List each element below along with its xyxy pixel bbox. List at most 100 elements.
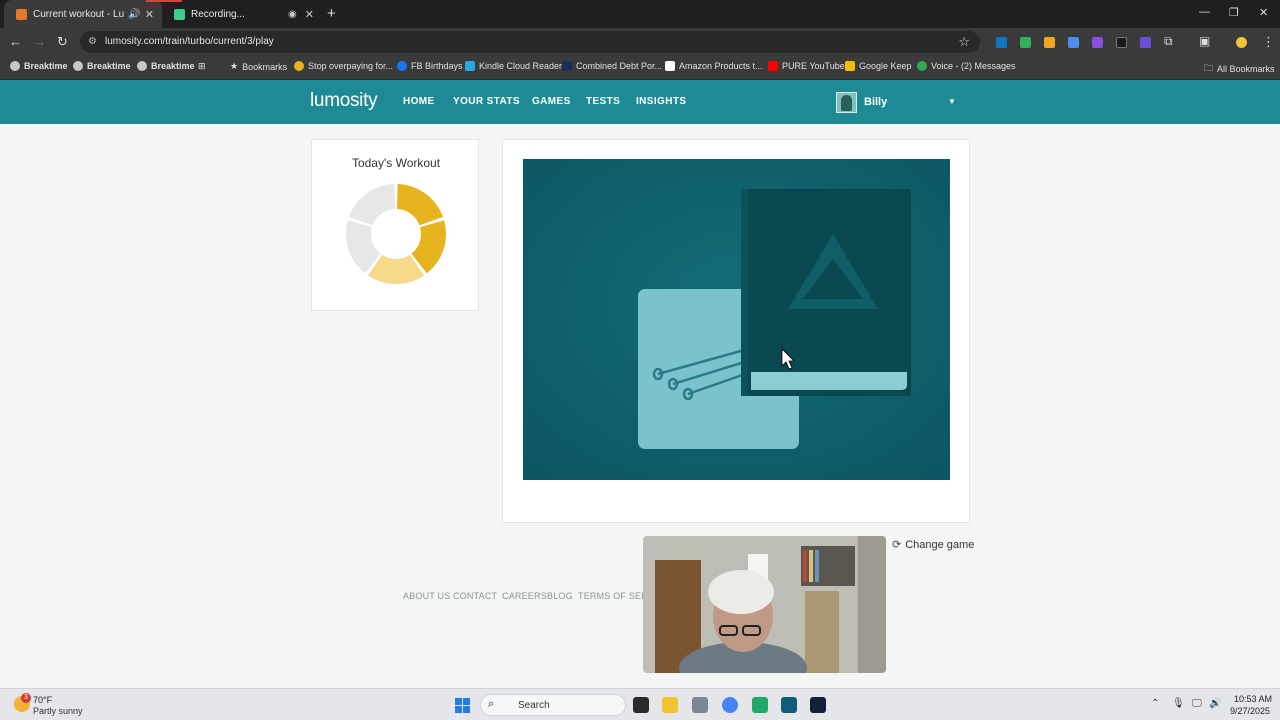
bookmark-item[interactable]: Combined Debt Por... [562, 61, 662, 71]
address-bar[interactable]: ⚙ lumosity.com/train/turbo/current/3/pla… [80, 31, 980, 53]
bookmark-item[interactable]: Kindle Cloud Reader [465, 61, 562, 71]
avatar[interactable] [836, 92, 857, 113]
bookmarks-bar: Breaktime Breaktime Breaktime ⊞ ★ Bookmar… [0, 56, 1280, 80]
all-bookmarks-label: All Bookmarks [1217, 64, 1275, 74]
book-spine [741, 189, 748, 396]
cabinet-shape [805, 591, 839, 673]
bookmark-item[interactable]: Voice - (2) Messages [917, 61, 1016, 71]
breaktime-icon [137, 61, 147, 71]
extension-icon[interactable] [996, 37, 1007, 48]
site-info-icon[interactable]: ⚙ [88, 36, 97, 47]
bookmark-label: Breaktime [87, 61, 131, 71]
bookmark-item[interactable]: Amazon Products t... [665, 61, 763, 71]
profile-avatar-icon[interactable] [1236, 37, 1247, 48]
nav-tests[interactable]: TESTS [586, 96, 620, 107]
footer-link-contact[interactable]: CONTACT [453, 591, 497, 601]
new-tab-icon[interactable]: + [327, 5, 336, 22]
forward-icon[interactable]: → [33, 34, 46, 49]
footer-link-about[interactable]: ABOUT US [403, 591, 450, 601]
extension-icon[interactable] [1068, 37, 1079, 48]
footer-link-careers[interactable]: CAREERS [502, 591, 547, 601]
close-window-icon[interactable]: ✕ [1259, 6, 1268, 19]
kindle-icon [465, 61, 475, 71]
extension-icon[interactable] [1044, 37, 1055, 48]
weather-temp[interactable]: 70°F [33, 695, 52, 705]
nav-games[interactable]: GAMES [532, 96, 571, 107]
bookmark-item[interactable]: Stop overpaying for... [294, 61, 393, 71]
menu-kebab-icon[interactable]: ⋮ [1262, 34, 1275, 50]
chevron-down-icon[interactable]: ▼ [948, 97, 956, 106]
bookmark-star-icon[interactable]: ☆ [958, 34, 970, 50]
breaktime-icon [10, 61, 20, 71]
bookmark-item[interactable]: Google Keep [845, 61, 912, 71]
bookmark-item[interactable]: PURE YouTube [768, 61, 845, 71]
weather-condition[interactable]: Partly sunny [33, 706, 83, 716]
tab-title: Current workout - Lumosity [33, 8, 125, 20]
extension-icon[interactable] [1092, 37, 1103, 48]
chrome-icon[interactable] [722, 697, 738, 713]
clock-time[interactable]: 10:53 AM [1234, 694, 1272, 704]
task-view-icon[interactable] [633, 697, 649, 713]
app-icon[interactable] [692, 697, 708, 713]
tab-recording[interactable]: Recording... ◉ ✕ [162, 0, 322, 28]
volume-icon[interactable]: 🔊 [1209, 698, 1221, 709]
apps-grid-icon[interactable]: ⊞ [198, 61, 206, 72]
extension-icon[interactable] [1116, 37, 1127, 48]
bookmark-label: Amazon Products t... [679, 61, 763, 71]
record-icon[interactable]: ◉ [280, 9, 305, 20]
nav-home[interactable]: HOME [403, 96, 435, 107]
microphone-icon[interactable]: 🎙 [1172, 698, 1185, 709]
username[interactable]: Billy [864, 96, 887, 108]
book-pages [751, 372, 907, 390]
extension-icon[interactable] [1020, 37, 1031, 48]
clock-date[interactable]: 9/27/2025 [1230, 706, 1270, 716]
url-text[interactable]: lumosity.com/train/turbo/current/3/play [105, 36, 274, 47]
file-explorer-icon[interactable] [662, 697, 678, 713]
nav-insights[interactable]: INSIGHTS [636, 96, 686, 107]
game-loading-illustration[interactable] [523, 159, 950, 480]
nav-your-stats[interactable]: YOUR STATS [453, 96, 520, 107]
footer-link-blog[interactable]: BLOG [547, 591, 573, 601]
all-bookmarks-button[interactable]: 🗀 All Bookmarks [1204, 61, 1275, 77]
reload-icon[interactable]: ↻ [57, 34, 68, 50]
taskbar-search[interactable]: ⌕ Search [480, 694, 626, 716]
app-icon[interactable] [781, 697, 797, 713]
site-header: lumosity HOME YOUR STATS GAMES TESTS INS… [0, 80, 1280, 124]
back-icon[interactable]: ← [9, 34, 22, 49]
breaktime-icon [73, 61, 83, 71]
amazon-icon [665, 61, 675, 71]
lumosity-logo[interactable]: lumosity [310, 90, 378, 112]
bookmark-label: Breaktime [151, 61, 195, 71]
bookmark-label: PURE YouTube [782, 61, 845, 71]
app-icon[interactable] [752, 697, 768, 713]
change-game-button[interactable]: ⟳ Change game [892, 538, 974, 552]
x-app-icon[interactable] [810, 697, 826, 713]
refresh-icon: ⟳ [892, 539, 902, 551]
tab-title: Recording... [191, 8, 245, 20]
webcam-overlay [643, 536, 886, 673]
search-label: Search [518, 700, 550, 711]
bookmark-item[interactable]: ★ Bookmarks [230, 61, 287, 72]
tray-chevron-up-icon[interactable]: ⌃ [1151, 698, 1159, 709]
bookmark-label: Bookmarks [242, 61, 288, 72]
tab-current-workout[interactable]: Current workout - Lumosity 🔊 ✕ [4, 0, 162, 28]
bookmark-item[interactable]: Breaktime [10, 61, 68, 71]
restore-icon[interactable]: ❐ [1229, 6, 1239, 19]
taskbar: 3 70°F Partly sunny ⌕ Search ⌃ 🎙 🖵 🔊 10:… [0, 688, 1280, 720]
bookmark-item[interactable]: Breaktime [137, 61, 195, 71]
network-icon[interactable]: 🖵 [1192, 698, 1202, 709]
va-icon [562, 61, 572, 71]
close-tab-icon[interactable]: ✕ [145, 8, 162, 21]
bookmark-item[interactable]: Breaktime [73, 61, 131, 71]
speaker-icon[interactable]: 🔊 [124, 9, 144, 20]
workout-progress-donut [346, 184, 446, 284]
side-panel-icon[interactable]: ▣ [1199, 34, 1210, 48]
extensions-puzzle-icon[interactable]: ⧉ [1164, 34, 1173, 49]
close-tab-icon[interactable]: ✕ [305, 8, 322, 21]
windows-start-icon[interactable] [455, 698, 470, 713]
minimize-icon[interactable]: — [1199, 6, 1210, 18]
google-voice-icon [917, 61, 927, 71]
person-hair [708, 570, 774, 614]
bookmark-item[interactable]: FB Birthdays [397, 61, 463, 71]
extension-icon[interactable] [1140, 37, 1151, 48]
